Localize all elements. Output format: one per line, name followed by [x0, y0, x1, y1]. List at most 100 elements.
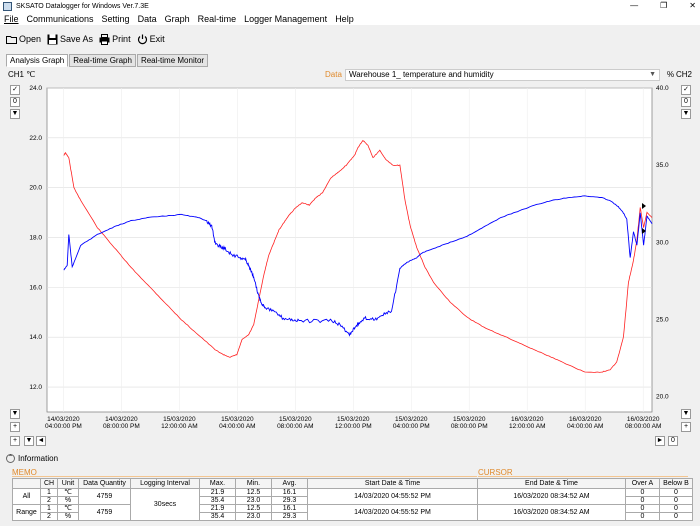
window-controls: — ❐ ✕ — [630, 0, 696, 12]
x-tick-time: 08:00:00 PM — [451, 423, 488, 430]
cell-over: 0 — [625, 504, 660, 513]
close-button[interactable]: ✕ — [689, 0, 696, 12]
col-quantity: Data Quantity — [78, 478, 131, 489]
y-left-tick-label: 16.0 — [29, 284, 42, 291]
open-label: Open — [19, 34, 42, 44]
corner-cell — [12, 478, 41, 489]
cell-unit: % — [57, 512, 79, 521]
cell-unit: ℃ — [57, 488, 79, 497]
col-max: Max. — [199, 478, 236, 489]
y-right-tick-label: 40.0 — [656, 85, 669, 92]
folder-icon — [6, 35, 17, 44]
col-avg: Avg. — [271, 478, 308, 489]
y-right-tick-label: 25.0 — [656, 316, 669, 323]
x-tick-date: 15/03/2020 — [337, 416, 370, 423]
cell-below: 0 — [659, 504, 693, 513]
x-tick-time: 12:00:00 PM — [335, 423, 372, 430]
x-tick-date: 14/03/2020 — [47, 416, 80, 423]
cell-quantity: 4759 — [78, 488, 131, 505]
minimize-button[interactable]: — — [630, 0, 638, 12]
cell-max: 21.9 — [199, 504, 236, 513]
cell-min: 23.0 — [235, 512, 272, 521]
cell-max: 35.4 — [199, 512, 236, 521]
cell-ch: 2 — [40, 512, 58, 521]
cell-end: 16/03/2020 08:34:52 AM — [477, 488, 626, 505]
menu-help[interactable]: Help — [331, 14, 358, 24]
cell-unit: ℃ — [57, 504, 79, 513]
x-tick-time: 04:00:00 PM — [393, 423, 430, 430]
cell-ch: 1 — [40, 488, 58, 497]
table-row: All 1 ℃ 4759 30secs 21.9 12.5 16.1 14/03… — [12, 488, 693, 521]
cell-over: 0 — [625, 488, 660, 497]
x-tick-date: 15/03/2020 — [453, 416, 486, 423]
menu-real-time[interactable]: Real-time — [194, 14, 241, 24]
restore-button[interactable]: ❐ — [660, 0, 667, 12]
col-min: Min. — [235, 478, 272, 489]
x-tick-date: 15/03/2020 — [163, 416, 196, 423]
information-header[interactable]: ⌃ Information — [0, 452, 700, 465]
x-tick-time: 04:00:00 AM — [219, 423, 256, 430]
y-left-ticks: 24.0 22.0 20.0 18.0 16.0 14.0 12.0 — [29, 85, 42, 391]
menu-logger-management[interactable]: Logger Management — [240, 14, 331, 24]
y-right-tick-label: 35.0 — [656, 162, 669, 169]
col-interval: Logging Interval — [130, 478, 200, 489]
toolbar: Open Save As Print Exit — [0, 28, 700, 50]
chevron-down-icon: ▼ — [649, 71, 656, 78]
collapse-icon[interactable]: ⌃ — [6, 454, 15, 463]
x-tick-date: 15/03/2020 — [221, 416, 254, 423]
cell-quantity: 4759 — [78, 504, 131, 521]
menu-setting[interactable]: Setting — [98, 14, 134, 24]
pct-label: % — [667, 70, 675, 79]
cell-avg: 29.3 — [271, 496, 308, 505]
col-below: Below B — [659, 478, 693, 489]
y-left-tick-label: 24.0 — [29, 85, 42, 92]
y-right-tick-label: 30.0 — [656, 239, 669, 246]
tab-analysis-graph[interactable]: Analysis Graph — [6, 54, 69, 67]
x-tick-date: 15/03/2020 — [279, 416, 312, 423]
data-select-value: Warehouse 1_ temperature and humidity — [349, 70, 494, 79]
plot-area — [46, 87, 653, 413]
info-table: CH Unit Data Quantity Logging Interval M… — [12, 478, 693, 521]
y-right-tick-label: 20.0 — [656, 394, 669, 401]
cell-below: 0 — [659, 488, 693, 497]
cell-avg: 29.3 — [271, 512, 308, 521]
tab-real-time-monitor[interactable]: Real-time Monitor — [136, 54, 209, 67]
tab-real-time-graph[interactable]: Real-time Graph — [69, 54, 136, 67]
graph-header: CH1 ℃ Data Warehouse 1_ temperature and … — [0, 69, 700, 82]
x-tick-time: 04:00:00 PM — [45, 423, 82, 430]
floppy-icon — [47, 34, 58, 44]
menu-file[interactable]: File — [0, 14, 23, 24]
data-label: Data — [325, 70, 342, 79]
save-as-button[interactable]: Save As — [47, 34, 93, 45]
app-icon — [3, 1, 12, 11]
x-tick-date: 15/03/2020 — [395, 416, 428, 423]
memo-divider — [12, 476, 477, 477]
menu-bar: File Communications Setting Data Graph R… — [0, 12, 700, 25]
x-tick-date: 16/03/2020 — [511, 416, 544, 423]
exit-button[interactable]: Exit — [137, 34, 165, 45]
cell-below: 0 — [659, 512, 693, 521]
x-tick-time: 12:00:00 AM — [161, 423, 198, 430]
group-label: Range — [12, 504, 41, 521]
menu-data[interactable]: Data — [134, 14, 161, 24]
open-button[interactable]: Open — [6, 34, 41, 45]
x-ticks: 14/03/202004:00:00 PM14/03/202008:00:00 … — [45, 416, 661, 430]
x-tick-time: 12:00:00 AM — [509, 423, 546, 430]
save-as-label: Save As — [60, 34, 94, 44]
col-end: End Date & Time — [477, 478, 626, 489]
print-button[interactable]: Print — [99, 33, 131, 45]
window-title: SKSATO Datalogger for Windows Ver.7.3E — [16, 2, 149, 10]
cell-avg: 16.1 — [271, 504, 308, 513]
y-right-ticks: 40.0 35.0 30.0 25.0 20.0 — [656, 85, 669, 401]
cell-below: 0 — [659, 496, 693, 505]
cell-unit: % — [57, 496, 79, 505]
analysis-chart[interactable]: 24.0 22.0 20.0 18.0 16.0 14.0 12.0 40.0 35.0 30.… — [0, 82, 700, 448]
y-left-tick-label: 14.0 — [29, 334, 42, 341]
menu-communications[interactable]: Communications — [23, 14, 98, 24]
menu-graph[interactable]: Graph — [161, 14, 194, 24]
data-select[interactable]: Warehouse 1_ temperature and humidity ▼ — [345, 69, 660, 81]
print-label: Print — [112, 34, 131, 44]
ch2-label: CH2 — [675, 70, 692, 79]
cell-min: 12.5 — [235, 504, 272, 513]
y-left-tick-label: 22.0 — [29, 135, 42, 142]
